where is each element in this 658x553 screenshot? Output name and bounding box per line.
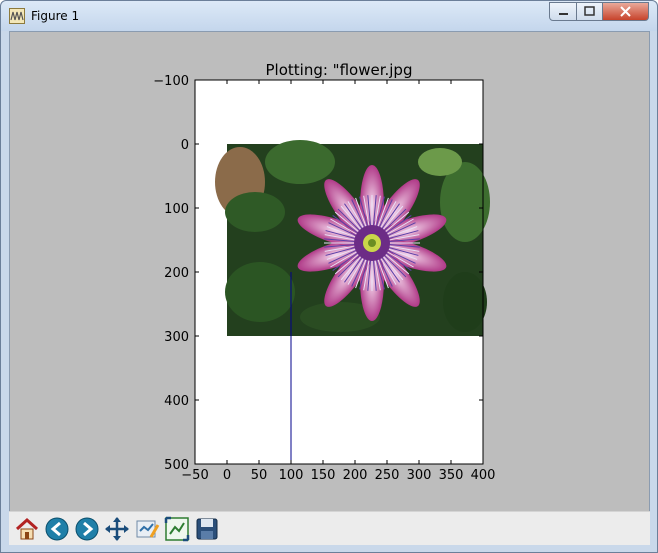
figure-window: Figure 1 −50 0 50 100 150 200 250 300 35… <box>0 0 658 553</box>
y-tick-label: 100 <box>164 202 189 217</box>
x-tick-label: 150 <box>311 468 336 483</box>
x-tick-label: 100 <box>279 468 304 483</box>
app-icon <box>9 8 25 24</box>
pan-icon[interactable] <box>103 515 131 543</box>
close-button[interactable] <box>602 2 649 21</box>
home-icon[interactable] <box>13 515 41 543</box>
x-tick-label: 200 <box>343 468 368 483</box>
maximize-icon <box>584 6 595 16</box>
y-tick-label: −100 <box>153 74 189 89</box>
back-icon[interactable] <box>43 515 71 543</box>
minimize-button[interactable] <box>549 2 577 21</box>
forward-icon[interactable] <box>73 515 101 543</box>
x-tick-label: 250 <box>375 468 400 483</box>
maximize-button[interactable] <box>576 2 603 21</box>
minimize-icon <box>559 13 568 15</box>
y-tick-label: 300 <box>164 330 189 345</box>
x-tick-label: 0 <box>223 468 231 483</box>
x-tick-label: 350 <box>439 468 464 483</box>
flower-image <box>215 140 490 336</box>
y-tick-label: 400 <box>164 394 189 409</box>
navigation-toolbar <box>9 511 650 545</box>
y-tick-label: 500 <box>164 458 189 473</box>
title-bar[interactable]: Figure 1 <box>1 1 657 31</box>
y-tick-label: 200 <box>164 266 189 281</box>
x-tick-label: 300 <box>407 468 432 483</box>
figure-canvas[interactable]: −50 0 50 100 150 200 250 300 350 400 −100 0 100 200 3… <box>9 31 650 545</box>
close-icon <box>620 6 631 17</box>
figure-title: Plotting: "flower.jpg <box>266 61 413 79</box>
configure-subplots-icon[interactable] <box>133 515 161 543</box>
window-title: Figure 1 <box>31 9 80 23</box>
zoom-icon[interactable] <box>163 515 191 543</box>
x-tick-label: 400 <box>471 468 496 483</box>
y-tick-label: 0 <box>181 138 189 153</box>
save-icon[interactable] <box>193 515 221 543</box>
x-tick-label: 50 <box>251 468 268 483</box>
plot-area[interactable]: −50 0 50 100 150 200 250 300 350 400 −10001002003… <box>10 32 651 510</box>
